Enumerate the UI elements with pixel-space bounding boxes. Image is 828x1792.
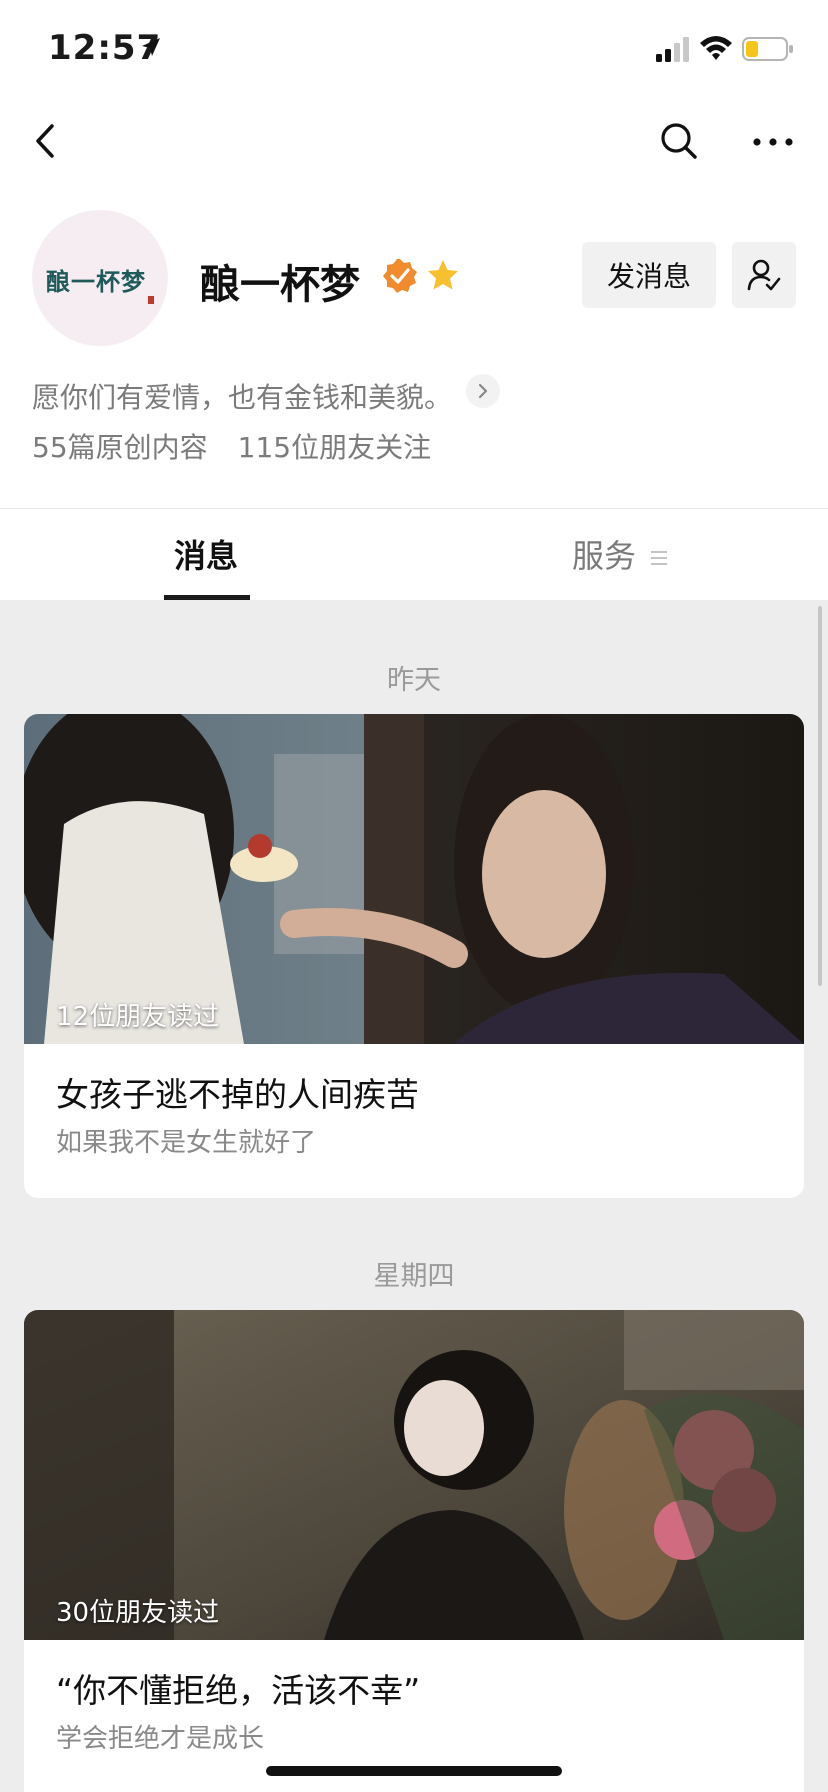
- account-description: 愿你们有爱情，也有金钱和美貌。: [32, 381, 453, 414]
- home-indicator[interactable]: [266, 1766, 562, 1776]
- account-profile: 酿一杯梦 酿一杯梦 发消息 愿你们有爱情，也有金钱和美貌。 55篇原创内容 115…: [0, 200, 828, 508]
- article-cover-image: 30位朋友读过: [24, 1310, 804, 1640]
- follow-button[interactable]: [732, 242, 796, 308]
- date-separator: 星期四: [373, 1261, 455, 1292]
- star-icon: [428, 260, 458, 290]
- watermark-logo-icon: [624, 1745, 668, 1774]
- friends-read-count: 12位朋友读过: [56, 1002, 220, 1032]
- more-icon[interactable]: [748, 120, 798, 164]
- send-message-button[interactable]: 发消息: [582, 242, 716, 308]
- menu-lines-icon: [651, 551, 667, 565]
- signal-icon: [656, 37, 689, 62]
- tab-services[interactable]: 服务: [572, 531, 636, 577]
- search-icon[interactable]: [656, 118, 700, 164]
- watermark-latin-text: CHUANG LI SHU: [672, 1730, 801, 1745]
- user-follow-icon: [747, 259, 781, 291]
- verified-badge-icon: [383, 259, 417, 293]
- avatar-seal-mark: [148, 296, 154, 304]
- location-arrow-icon: [142, 38, 160, 56]
- watermark-chinese-text: 创鹏利树: [684, 1753, 797, 1786]
- article-cover-image: 12位朋友读过: [24, 714, 804, 1044]
- article-title[interactable]: “你不懂拒绝，活该不幸”: [56, 1664, 420, 1712]
- original-count[interactable]: 55篇原创内容: [32, 431, 208, 464]
- watermark: CHUANG LI SHU 创鹏利树: [618, 1730, 818, 1786]
- account-name: 酿一杯梦: [200, 262, 360, 308]
- article-subtitle: 如果我不是女生就好了: [56, 1128, 317, 1158]
- chevron-right-icon: [478, 383, 488, 399]
- date-separator: 昨天: [387, 665, 441, 696]
- battery-icon: [742, 37, 793, 61]
- friends-read-count: 30位朋友读过: [56, 1598, 220, 1628]
- avatar-logo-text: 酿一杯梦: [46, 267, 146, 296]
- active-tab-indicator: [164, 595, 250, 600]
- article-card[interactable]: 30位朋友读过 “你不懂拒绝，活该不幸” 学会拒绝才是成长: [24, 1310, 804, 1792]
- back-icon[interactable]: [28, 118, 62, 164]
- tab-messages[interactable]: 消息: [174, 531, 238, 577]
- avatar[interactable]: 酿一杯梦: [32, 210, 168, 346]
- account-stats: 55篇原创内容 115位朋友关注: [32, 426, 431, 466]
- article-title[interactable]: 女孩子逃不掉的人间疾苦: [56, 1068, 419, 1116]
- wifi-icon: [700, 36, 732, 60]
- description-expand-button[interactable]: [466, 374, 500, 408]
- friends-following-count[interactable]: 115位朋友关注: [238, 431, 431, 464]
- nav-bar: [0, 100, 828, 200]
- article-card[interactable]: 12位朋友读过 女孩子逃不掉的人间疾苦 如果我不是女生就好了: [24, 714, 804, 1198]
- article-subtitle: 学会拒绝才是成长: [56, 1724, 265, 1754]
- status-bar: 12:57: [0, 0, 828, 100]
- tab-bar: 消息 服务: [0, 508, 828, 600]
